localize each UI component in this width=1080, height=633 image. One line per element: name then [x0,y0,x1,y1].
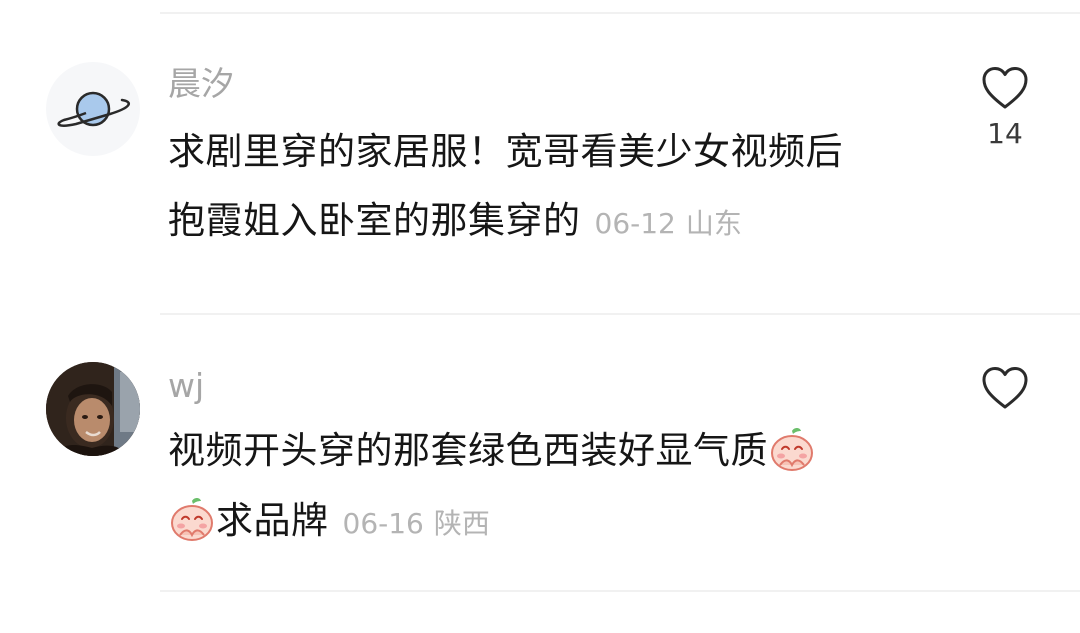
planet-icon [57,91,130,127]
divider-bottom [160,590,1080,592]
like-count: 14 [987,117,1023,150]
divider [160,313,1080,315]
comment-text-line: 求剧里穿的家居服！宽哥看美少女视频后 [168,130,843,173]
heart-icon[interactable] [981,366,1029,410]
comment-text: 求品牌 [216,499,329,542]
user-photo-icon [46,362,140,456]
comment-text: 抱霞姐入卧室的那集穿的 [168,199,581,242]
comment-text: 视频开头穿的那套绿色西装好显气质 [168,429,768,472]
like-control[interactable] [975,366,1035,418]
comment-text-line: 求品牌 06-16 陕西 [168,497,490,547]
pleading-peach-emoji-icon [171,497,213,541]
comment-username[interactable]: wj [168,366,204,406]
avatar[interactable] [46,62,140,156]
comment-date: 06-16 [342,507,424,540]
comment-location: 山东 [685,207,742,240]
comment-username[interactable]: 晨汐 [168,64,234,104]
pleading-peach-emoji-icon [771,427,813,471]
comment-date: 06-12 [594,207,676,240]
avatar[interactable] [46,362,140,456]
comment-meta: 06-12 山东 [595,207,742,240]
comment-text-line: 视频开头穿的那套绿色西装好显气质 [168,427,816,477]
divider-top [160,12,1080,14]
comment-meta: 06-16 陕西 [343,507,490,540]
like-control[interactable]: 14 [975,66,1035,150]
comment-text-line: 抱霞姐入卧室的那集穿的 06-12 山东 [168,198,742,247]
comment-location: 陕西 [433,507,490,540]
heart-icon[interactable] [981,66,1029,110]
